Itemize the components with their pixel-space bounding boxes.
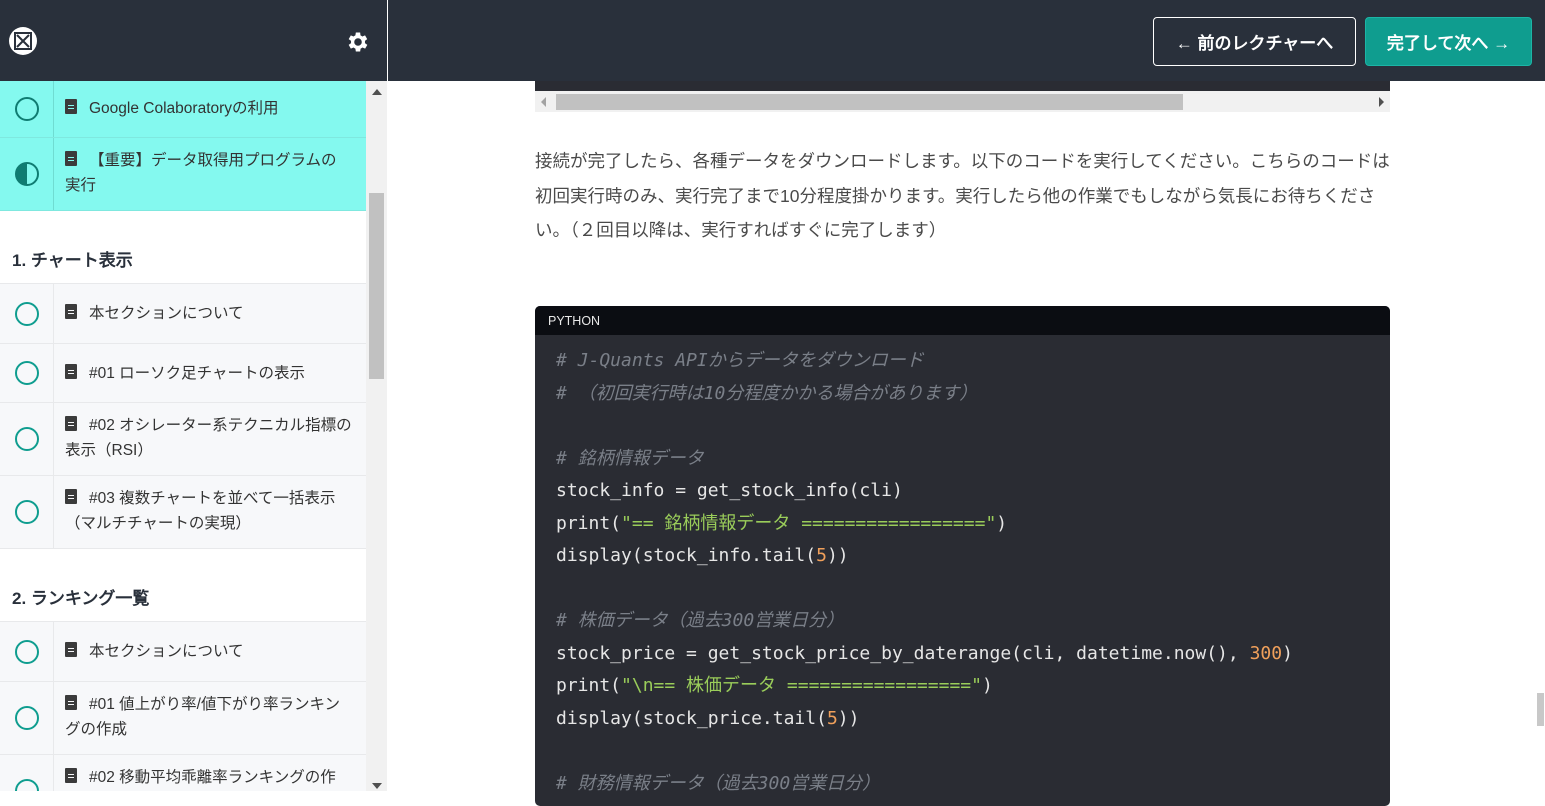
code-line: print("== 銘柄情報データ =================") xyxy=(556,512,1008,534)
lecture-label: #03 複数チャートを並べて一括表示（マルチチャートの実現） xyxy=(65,490,336,532)
document-icon xyxy=(65,695,77,710)
code-line: stock_price = get_stock_price_by_dateran… xyxy=(556,642,1293,664)
lecture-item[interactable]: 本セクションについて xyxy=(0,622,366,682)
code-line: stock_info = get_stock_info(cli) xyxy=(556,480,903,501)
lecture-item[interactable]: 本セクションについて xyxy=(0,284,366,344)
code-language-label: PYTHON xyxy=(535,306,1390,335)
code-lines: # J-Quants APIからデータをダウンロード # （初回実行時は10分程… xyxy=(535,335,1390,800)
section-title[interactable]: 2. ランキング一覧 xyxy=(0,549,366,622)
lecture-header-bar: ← 前のレクチャーへ 完了して次へ → xyxy=(388,0,1545,81)
lecture-item[interactable]: Google Colaboratoryの利用 xyxy=(0,81,366,138)
previous-lecture-button[interactable]: ← 前のレクチャーへ xyxy=(1153,17,1356,66)
document-icon xyxy=(65,364,77,379)
lecture-item-current[interactable]: 【重要】データ取得用プログラムの実行 xyxy=(0,138,366,211)
lecture-label: #02 オシレーター系テクニカル指標の表示（RSI） xyxy=(65,417,352,459)
lecture-item[interactable]: #01 値上がり率/値下がり率ランキングの作成 xyxy=(0,682,366,755)
code-line: # 銘柄情報データ xyxy=(556,447,704,469)
lecture-item[interactable]: #02 オシレーター系テクニカル指標の表示（RSI） xyxy=(0,403,366,476)
curriculum-sidebar: Google Colaboratoryの利用 【重要】データ取得用プログラムの実… xyxy=(0,0,387,791)
incomplete-circle-icon[interactable] xyxy=(14,639,39,664)
document-icon xyxy=(65,304,77,319)
lecture-content: 接続が完了したら、各種データをダウンロードします。以下のコードを実行してください… xyxy=(388,81,1536,806)
gear-icon[interactable] xyxy=(345,29,371,55)
lecture-label: 【重要】データ取得用プログラムの実行 xyxy=(65,152,337,194)
sidebar-scrollbar[interactable] xyxy=(366,81,387,791)
scrollbar-thumb[interactable] xyxy=(369,193,384,379)
incomplete-circle-icon[interactable] xyxy=(14,500,39,524)
incomplete-circle-icon[interactable] xyxy=(14,779,39,791)
code-line: # （初回実行時は10分程度かかる場合があります） xyxy=(556,382,978,404)
lecture-item[interactable]: #01 ローソク足チャートの表示 xyxy=(0,344,366,403)
lecture-label: #02 移動平均乖離率ランキングの作 xyxy=(89,769,336,786)
status-cell[interactable] xyxy=(0,344,54,402)
code-horizontal-scrollbar[interactable] xyxy=(535,91,1390,112)
status-cell[interactable] xyxy=(0,403,54,475)
lecture-label: 本セクションについて xyxy=(89,305,244,322)
code-line: display(stock_price.tail(5)) xyxy=(556,707,860,729)
lecture-label: #01 ローソク足チャートの表示 xyxy=(89,365,306,382)
document-icon xyxy=(65,151,77,166)
scroll-down-arrow-icon[interactable] xyxy=(372,783,382,789)
status-cell[interactable] xyxy=(0,755,54,791)
status-cell[interactable] xyxy=(0,81,54,137)
code-line: print("\n== 株価データ =================") xyxy=(556,675,993,696)
scroll-right-arrow-icon[interactable] xyxy=(1379,97,1384,107)
scrollbar-thumb[interactable] xyxy=(1537,693,1544,726)
scrollbar-thumb[interactable] xyxy=(556,94,1183,110)
lecture-label: Google Colaboratoryの利用 xyxy=(89,100,279,117)
status-cell[interactable] xyxy=(0,476,54,548)
scroll-left-arrow-icon[interactable] xyxy=(541,97,546,107)
sidebar-header xyxy=(0,0,387,81)
incomplete-circle-icon[interactable] xyxy=(14,361,39,385)
udemy-logo-icon[interactable] xyxy=(9,27,37,55)
lecture-label: 本セクションについて xyxy=(89,643,244,660)
incomplete-circle-icon[interactable] xyxy=(14,301,39,326)
lecture-label: #01 値上がり率/値下がり率ランキングの作成 xyxy=(65,696,341,738)
code-line: # J-Quants APIからデータをダウンロード xyxy=(556,350,924,371)
page-scrollbar[interactable] xyxy=(1536,81,1545,791)
code-line: # 株価データ（過去300営業日分） xyxy=(556,610,845,631)
half-complete-circle-icon[interactable] xyxy=(14,162,39,186)
incomplete-circle-icon[interactable] xyxy=(14,427,39,451)
scroll-up-arrow-icon[interactable] xyxy=(372,89,382,95)
status-cell[interactable] xyxy=(0,622,54,681)
document-icon xyxy=(65,99,77,114)
status-cell[interactable] xyxy=(0,682,54,754)
incomplete-circle-icon[interactable] xyxy=(14,97,39,121)
section-title[interactable]: 1. チャート表示 xyxy=(0,211,366,284)
code-block: PYTHON # J-Quants APIからデータをダウンロード # （初回実… xyxy=(535,306,1390,806)
curriculum-list: Google Colaboratoryの利用 【重要】データ取得用プログラムの実… xyxy=(0,81,366,791)
document-icon xyxy=(65,642,77,657)
status-cell[interactable] xyxy=(0,138,54,210)
document-icon xyxy=(65,416,77,431)
previous-code-block-bottom xyxy=(535,81,1390,91)
incomplete-circle-icon[interactable] xyxy=(14,706,39,730)
code-line: # 財務情報データ（過去300営業日分） xyxy=(556,772,881,794)
document-icon xyxy=(65,768,77,783)
instruction-paragraph: 接続が完了したら、各種データをダウンロードします。以下のコードを実行してください… xyxy=(535,151,1390,240)
lecture-item[interactable]: #03 複数チャートを並べて一括表示（マルチチャートの実現） xyxy=(0,476,366,549)
status-cell[interactable] xyxy=(0,284,54,343)
code-line: display(stock_info.tail(5)) xyxy=(556,545,849,566)
complete-and-next-button[interactable]: 完了して次へ → xyxy=(1365,17,1532,66)
lecture-item[interactable]: #02 移動平均乖離率ランキングの作 xyxy=(0,755,366,791)
document-icon xyxy=(65,489,77,504)
